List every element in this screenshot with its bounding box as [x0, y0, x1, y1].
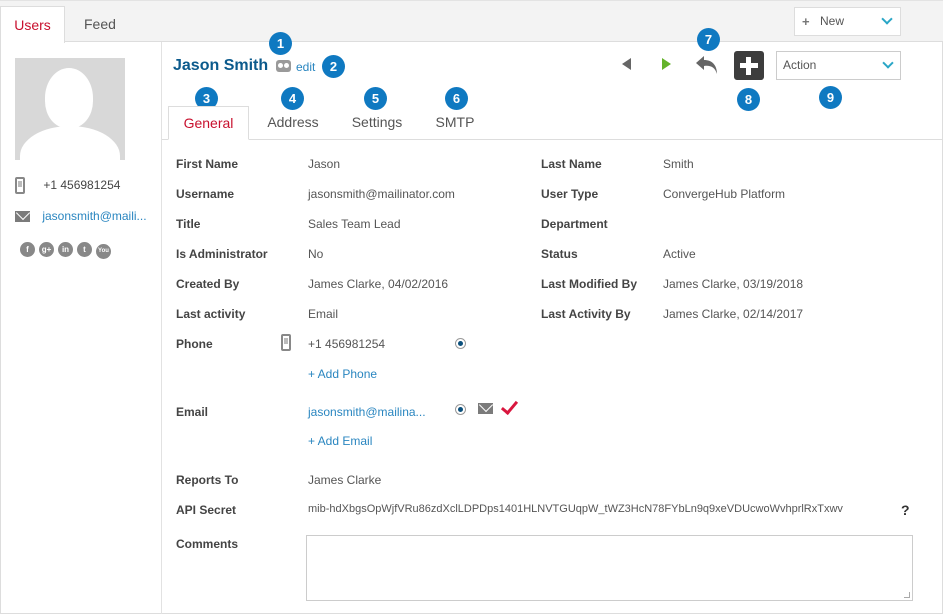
user-type-value: ConvergeHub Platform — [663, 187, 786, 201]
comments-textarea[interactable] — [306, 535, 913, 601]
username-value: jasonsmith@mailinator.com — [308, 187, 455, 201]
api-secret-value: mib-hdXbgsOpWjfVRu86zdXclLDPDps1401HLNVT… — [308, 503, 843, 515]
title-label: Title — [176, 217, 201, 231]
phone-label: Phone — [176, 337, 213, 351]
add-phone-link[interactable]: + Add Phone — [308, 367, 377, 381]
send-email-icon[interactable] — [478, 403, 493, 414]
first-name-label: First Name — [176, 157, 239, 171]
callout-badge-7: 7 — [697, 28, 720, 51]
user-type-label: User Type — [541, 187, 599, 201]
department-label: Department — [541, 217, 608, 231]
chevron-down-icon — [881, 13, 893, 25]
next-record-icon[interactable] — [662, 58, 671, 70]
top-bar: Users Feed + New — [0, 0, 943, 43]
sidebar-phone: +1 456981254 — [43, 177, 121, 192]
email-label: Email — [176, 405, 209, 419]
tab-general[interactable]: General — [168, 106, 249, 140]
comments-label: Comments — [176, 537, 239, 551]
add-email-link[interactable]: + Add Email — [308, 434, 372, 448]
callout-badge-9: 9 — [819, 86, 842, 109]
mobile-phone-icon — [15, 177, 25, 194]
username-label: Username — [176, 187, 235, 201]
google-plus-icon[interactable]: g+ — [39, 242, 54, 257]
status-value: Active — [663, 247, 696, 261]
envelope-icon — [15, 211, 30, 223]
tab-users[interactable]: Users — [0, 6, 65, 43]
primary-phone-radio[interactable] — [455, 338, 466, 349]
sidebar-phone-row: +1 456981254 — [15, 177, 120, 194]
title-value: Sales Team Lead — [308, 217, 401, 231]
sidebar-email-row: jasonsmith@maili... — [15, 209, 147, 223]
chevron-down-icon — [882, 57, 894, 69]
profile-sidebar: +1 456981254 jasonsmith@maili... f g+ in t Y… — [0, 42, 162, 614]
created-by-label: Created By — [176, 277, 240, 291]
last-name-value: Smith — [663, 157, 694, 171]
avatar — [15, 58, 125, 160]
is-admin-label: Is Administrator — [176, 247, 268, 261]
last-modified-by-label: Last Modified By — [541, 277, 638, 291]
reports-to-value: James Clarke — [308, 473, 382, 487]
is-admin-value: No — [308, 247, 324, 261]
tab-address[interactable]: Address — [258, 106, 328, 140]
api-secret-label: API Secret — [176, 503, 237, 517]
mobile-phone-icon — [281, 334, 291, 351]
action-select-label: Action — [783, 58, 817, 72]
created-by-value: James Clarke, 04/02/2016 — [308, 277, 449, 291]
new-dropdown-button[interactable]: + New — [794, 7, 901, 36]
youtube-icon[interactable]: You — [96, 244, 111, 259]
email-value-link[interactable]: jasonsmith@mailina... — [308, 405, 426, 419]
first-name-value: Jason — [308, 157, 341, 171]
last-activity-by-label: Last Activity By — [541, 307, 631, 321]
last-activity-by-value: James Clarke, 02/14/2017 — [663, 307, 804, 321]
social-icons: f g+ in t You — [20, 241, 115, 259]
facebook-icon[interactable]: f — [20, 242, 35, 257]
linkedin-icon[interactable]: in — [58, 242, 73, 257]
plus-icon: + — [802, 14, 810, 29]
primary-email-radio[interactable] — [455, 404, 466, 415]
tab-settings[interactable]: Settings — [344, 106, 410, 140]
callout-badge-2: 2 — [322, 55, 345, 78]
status-label: Status — [541, 247, 578, 261]
undo-icon[interactable] — [694, 53, 720, 77]
callout-badge-1: 1 — [269, 32, 292, 55]
owl-icon[interactable] — [276, 60, 291, 72]
last-activity-value: Email — [308, 307, 339, 321]
previous-record-icon[interactable] — [622, 58, 631, 70]
action-select[interactable]: Action — [776, 51, 901, 80]
callout-badge-8: 8 — [737, 88, 760, 111]
twitter-icon[interactable]: t — [77, 242, 92, 257]
last-modified-by-value: James Clarke, 03/19/2018 — [663, 277, 804, 291]
resize-handle-icon[interactable] — [904, 592, 910, 598]
new-button-label: New — [820, 14, 845, 28]
sidebar-email-link[interactable]: jasonsmith@maili... — [42, 209, 146, 223]
edit-link[interactable]: edit — [296, 60, 315, 74]
help-question-icon[interactable]: ? — [901, 502, 910, 518]
tab-feed[interactable]: Feed — [66, 6, 134, 43]
user-name-title: Jason Smith — [173, 57, 269, 74]
phone-value: +1 456981254 — [308, 337, 386, 351]
tab-smtp[interactable]: SMTP — [428, 106, 482, 140]
add-record-button[interactable] — [734, 51, 764, 80]
last-activity-label: Last activity — [176, 307, 246, 321]
last-name-label: Last Name — [541, 157, 602, 171]
reports-to-label: Reports To — [176, 473, 239, 487]
